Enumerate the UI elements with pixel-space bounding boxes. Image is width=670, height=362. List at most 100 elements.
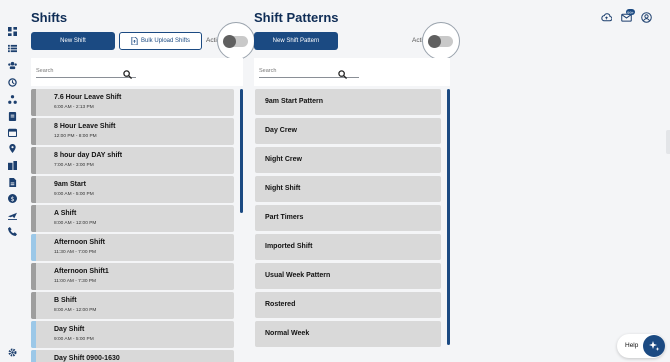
shift-color-bar xyxy=(31,321,36,348)
toggle-knob xyxy=(428,35,441,48)
shift-color-bar xyxy=(31,147,36,174)
calendar-icon[interactable] xyxy=(8,128,17,137)
bulk-upload-label: Bulk Upload Shifts xyxy=(140,38,191,44)
shift-pattern-item[interactable]: Part Timers xyxy=(255,205,441,231)
shift-pattern-item[interactable]: Day Crew xyxy=(255,118,441,144)
shift-name: A Shift xyxy=(54,210,77,217)
shift-time: 7:00 AM - 3:00 PM xyxy=(54,163,94,168)
shift-pattern-item[interactable]: Night Crew xyxy=(255,147,441,173)
shift-color-bar xyxy=(31,176,36,203)
shift-pattern-name: 9am Start Pattern xyxy=(265,98,323,105)
shift-pattern-name: Usual Week Pattern xyxy=(265,272,331,279)
shift-color-bar xyxy=(31,234,36,261)
dashboard-icon[interactable] xyxy=(8,27,17,36)
phone-icon[interactable] xyxy=(8,227,17,236)
shift-time: 11:30 AM - 7:00 PM xyxy=(54,250,97,255)
user-account-icon[interactable] xyxy=(641,12,652,23)
shift-pattern-item[interactable]: Imported Shift xyxy=(255,234,441,260)
shift-item[interactable]: Day Shift 0900-1630 xyxy=(31,350,234,362)
shift-name: Afternoon Shift1 xyxy=(54,268,109,275)
shift-pattern-name: Rostered xyxy=(265,301,296,308)
shift-item[interactable]: 7.6 Hour Leave Shift 6:00 AM - 2:13 PM xyxy=(31,89,234,116)
shift-item[interactable]: Afternoon Shift 11:30 AM - 7:00 PM xyxy=(31,234,234,261)
location-pin-icon[interactable] xyxy=(8,144,17,153)
shift-pattern-name: Day Crew xyxy=(265,127,297,134)
shift-name: B Shift xyxy=(54,297,77,304)
new-shift-pattern-button[interactable]: New Shift Pattern xyxy=(254,32,338,50)
shift-color-bar xyxy=(31,350,36,362)
patterns-search-box: Search xyxy=(254,58,450,86)
shift-time: 11:00 AM - 7:30 PM xyxy=(54,279,97,284)
shifts-title: Shifts xyxy=(31,10,68,25)
shift-time: 9:00 AM - 5:00 PM xyxy=(54,192,94,197)
plane-icon[interactable] xyxy=(8,211,17,220)
shifts-active-label: Acti xyxy=(206,37,217,44)
toggle-knob xyxy=(223,35,236,48)
search-icon[interactable] xyxy=(123,66,133,80)
shift-item[interactable]: A Shift 8:00 AM - 12:00 PM xyxy=(31,205,234,232)
shift-pattern-item[interactable]: Rostered xyxy=(255,292,441,318)
sidebar: $ xyxy=(0,0,24,362)
file-icon[interactable] xyxy=(8,178,17,187)
bulk-upload-shifts-button[interactable]: Bulk Upload Shifts xyxy=(119,32,202,50)
shift-color-bar xyxy=(31,263,36,290)
shift-time: 8:00 AM - 12:00 PM xyxy=(54,308,97,313)
pattern-list-scrollbar[interactable] xyxy=(447,89,450,345)
notification-badge: 99+ xyxy=(626,9,635,15)
list-icon[interactable] xyxy=(8,44,17,53)
shift-name: 7.6 Hour Leave Shift xyxy=(54,94,122,101)
shifts-search-box: Search xyxy=(31,58,243,86)
shift-patterns-title: Shift Patterns xyxy=(254,10,339,25)
clock-icon[interactable] xyxy=(8,78,17,87)
document-icon[interactable] xyxy=(8,112,17,121)
shift-time: 9:00 AM - 5:00 PM xyxy=(54,337,94,342)
shift-item[interactable]: B Shift 8:00 AM - 12:00 PM xyxy=(31,292,234,319)
shift-item[interactable]: Day Shift 9:00 AM - 5:00 PM xyxy=(31,321,234,348)
search-icon[interactable] xyxy=(338,66,348,80)
svg-text:$: $ xyxy=(10,196,14,203)
shift-time: 12:00 PM - 8:00 PM xyxy=(54,134,97,139)
shift-pattern-name: Imported Shift xyxy=(265,243,313,250)
shift-name: 9am Start xyxy=(54,181,86,188)
help-button[interactable]: Help xyxy=(617,334,665,358)
shift-item[interactable]: Afternoon Shift1 11:00 AM - 7:30 PM xyxy=(31,263,234,290)
shift-list-scrollbar[interactable] xyxy=(240,89,243,213)
shift-time: 6:00 AM - 2:13 PM xyxy=(54,105,94,110)
shift-pattern-name: Night Crew xyxy=(265,156,302,163)
shift-pattern-item[interactable]: Usual Week Pattern xyxy=(255,263,441,289)
shift-name: 8 hour day DAY shift xyxy=(54,152,123,159)
shifts-search-input[interactable]: Search xyxy=(36,68,136,78)
people-icon[interactable] xyxy=(8,61,17,70)
shift-color-bar xyxy=(31,118,36,145)
shift-pattern-name: Part Timers xyxy=(265,214,304,221)
shift-pattern-item[interactable]: 9am Start Pattern xyxy=(255,89,441,115)
shifts-active-toggle[interactable] xyxy=(217,22,255,60)
shift-pattern-item[interactable]: Normal Week xyxy=(255,321,441,347)
shift-pattern-name: Normal Week xyxy=(265,330,310,337)
side-panel-handle[interactable] xyxy=(666,130,670,154)
shift-name: Day Shift xyxy=(54,326,85,333)
shift-item[interactable]: 8 Hour Leave Shift 12:00 PM - 8:00 PM xyxy=(31,118,234,145)
building-icon[interactable] xyxy=(8,161,17,170)
shift-item[interactable]: 8 hour day DAY shift 7:00 AM - 3:00 PM xyxy=(31,147,234,174)
shift-name: 8 Hour Leave Shift xyxy=(54,123,116,130)
sparkle-icon[interactable] xyxy=(643,335,665,357)
shift-color-bar xyxy=(31,292,36,319)
shift-item[interactable]: 9am Start 9:00 AM - 5:00 PM xyxy=(31,176,234,203)
shift-pattern-name: Night Shift xyxy=(265,185,301,192)
org-chart-icon[interactable] xyxy=(8,95,17,104)
new-shift-button[interactable]: New Shift xyxy=(31,32,115,50)
cloud-sync-icon[interactable] xyxy=(601,12,612,23)
shift-name: Day Shift 0900-1630 xyxy=(54,355,120,362)
shift-pattern-list: 9am Start Pattern Day Crew Night Crew Night… xyxy=(255,89,443,362)
dollar-icon[interactable]: $ xyxy=(8,194,17,203)
shift-color-bar xyxy=(31,89,36,116)
shift-color-bar xyxy=(31,205,36,232)
settings-icon[interactable] xyxy=(8,348,17,357)
shift-pattern-item[interactable]: Night Shift xyxy=(255,176,441,202)
shift-name: Afternoon Shift xyxy=(54,239,105,246)
patterns-active-toggle[interactable] xyxy=(422,22,460,60)
shift-list: 7.6 Hour Leave Shift 6:00 AM - 2:13 PM 8 H… xyxy=(31,89,237,362)
shift-time: 8:00 AM - 12:00 PM xyxy=(54,221,97,226)
upload-file-icon xyxy=(131,37,138,45)
